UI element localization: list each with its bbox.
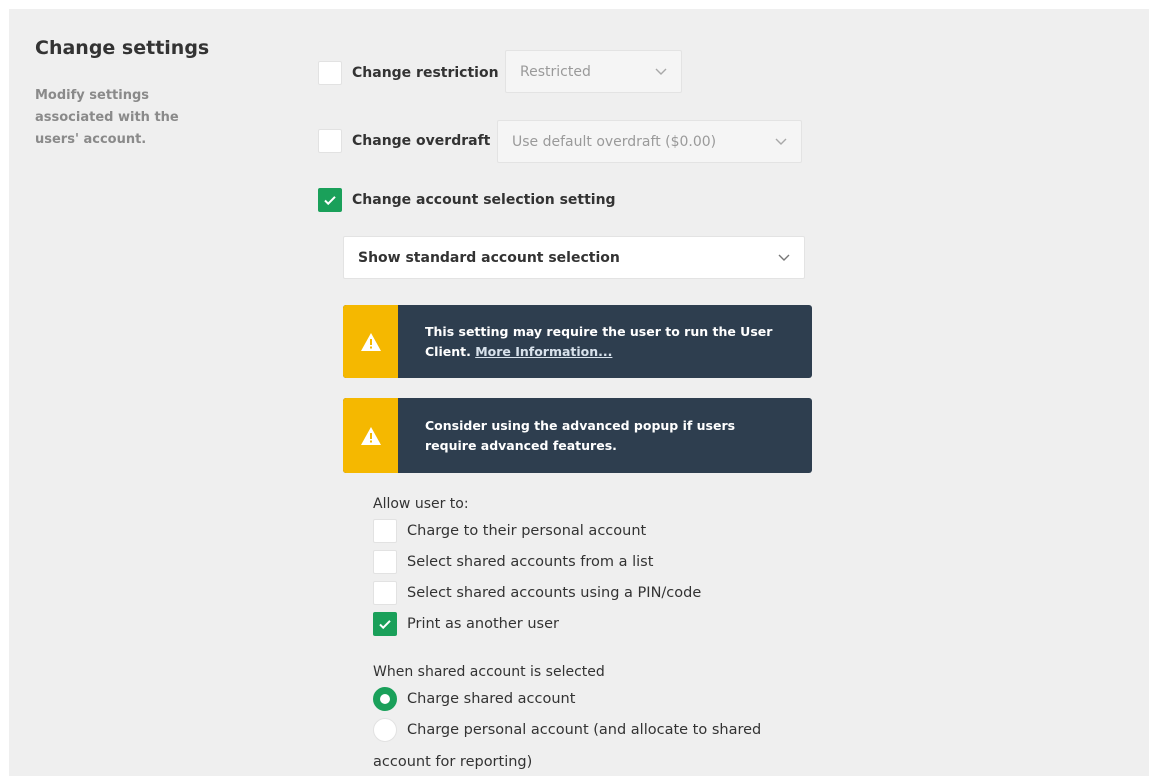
chevron-down-icon bbox=[775, 138, 787, 145]
account-selection-label: Change account selection setting bbox=[352, 192, 616, 208]
print-as-another-user-checkbox[interactable] bbox=[373, 612, 397, 636]
allow-option-label: Select shared accounts from a list bbox=[407, 554, 654, 570]
allow-option-label: Select shared accounts using a PIN/code bbox=[407, 585, 702, 601]
overdraft-select-value: Use default overdraft ($0.00) bbox=[512, 133, 717, 150]
shared-option-label-cont: account for reporting) bbox=[373, 754, 533, 770]
section-title: Change settings bbox=[35, 37, 210, 59]
user-client-alert: This setting may require the user to run… bbox=[343, 305, 812, 378]
overdraft-row: Change overdraft bbox=[318, 129, 490, 153]
warning-icon-area bbox=[343, 398, 398, 473]
overdraft-checkbox[interactable] bbox=[318, 129, 342, 153]
shared-pin-checkbox[interactable] bbox=[373, 581, 397, 605]
advanced-popup-alert: Consider using the advanced popup if use… bbox=[343, 398, 812, 473]
check-icon bbox=[324, 196, 336, 206]
allow-heading: Allow user to: bbox=[373, 496, 469, 512]
overdraft-label: Change overdraft bbox=[352, 133, 491, 149]
overdraft-select[interactable]: Use default overdraft ($0.00) bbox=[497, 120, 802, 163]
warning-icon-area bbox=[343, 305, 398, 378]
shared-option-row: Charge personal account (and allocate to… bbox=[373, 718, 761, 742]
allow-option-row: Print as another user bbox=[373, 612, 559, 636]
shared-option-label: Charge shared account bbox=[407, 691, 576, 707]
shared-list-checkbox[interactable] bbox=[373, 550, 397, 574]
personal-account-checkbox[interactable] bbox=[373, 519, 397, 543]
account-selection-checkbox[interactable] bbox=[318, 188, 342, 212]
restriction-select-value: Restricted bbox=[520, 63, 591, 80]
charge-shared-radio[interactable] bbox=[373, 687, 397, 711]
shared-heading: When shared account is selected bbox=[373, 664, 605, 680]
section-description: Modify settings associated with the user… bbox=[35, 88, 179, 147]
allow-option-row: Charge to their personal account bbox=[373, 519, 646, 543]
check-icon bbox=[379, 620, 391, 630]
warning-icon bbox=[360, 332, 381, 351]
warning-icon bbox=[360, 426, 381, 445]
shared-option-row: Charge shared account bbox=[373, 687, 575, 711]
shared-option-label: Charge personal account (and allocate to… bbox=[407, 722, 762, 738]
restriction-checkbox[interactable] bbox=[318, 61, 342, 85]
account-selection-select-value: Show standard account selection bbox=[358, 249, 620, 266]
restriction-select[interactable]: Restricted bbox=[505, 50, 682, 93]
more-information-link[interactable]: More Information... bbox=[475, 344, 612, 359]
restriction-label: Change restriction bbox=[352, 65, 499, 81]
account-selection-row: Change account selection setting bbox=[318, 188, 616, 212]
chevron-down-icon bbox=[778, 254, 790, 261]
alert-text: Consider using the advanced popup if use… bbox=[425, 417, 736, 453]
allow-option-row: Select shared accounts from a list bbox=[373, 550, 653, 574]
restriction-row: Change restriction bbox=[318, 61, 499, 85]
allow-option-row: Select shared accounts using a PIN/code bbox=[373, 581, 701, 605]
chevron-down-icon bbox=[655, 68, 667, 75]
allow-option-label: Print as another user bbox=[407, 616, 559, 632]
alert-message: This setting may require the user to run… bbox=[398, 305, 812, 378]
charge-personal-radio[interactable] bbox=[373, 718, 397, 742]
alert-message: Consider using the advanced popup if use… bbox=[398, 398, 812, 473]
account-selection-select[interactable]: Show standard account selection bbox=[343, 236, 805, 279]
allow-option-label: Charge to their personal account bbox=[407, 523, 647, 539]
